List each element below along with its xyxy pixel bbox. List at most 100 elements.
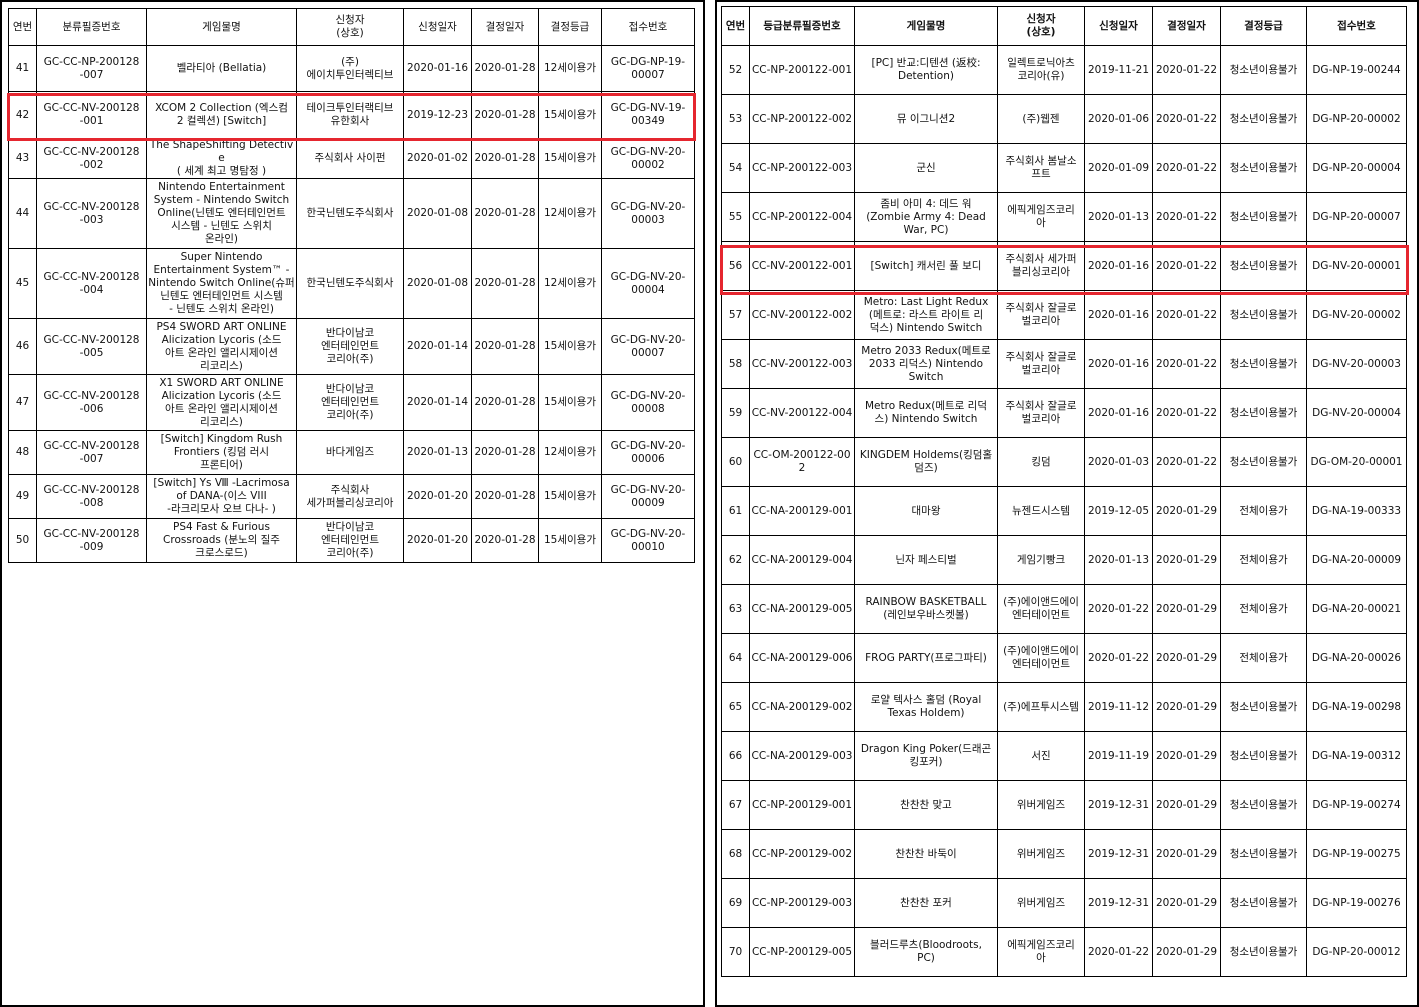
table-cell: 주식회사 잘글로 벌코리아 [997,339,1085,389]
left-rating-table: 연번 분류필증번호 게임물명 신청자 (상호) 신청일자 결정일자 결정등급 접… [8,8,695,563]
table-cell: GC-DG-NV-20- 00007 [601,318,695,375]
table-cell: 청소년이용불가 [1220,780,1307,830]
table-cell: 전체이용가 [1220,486,1307,536]
table-cell: 에픽게임즈코리 아 [997,192,1085,242]
table-row: 62 CC-NA-200129-004 닌자 페스티벌 게임기빵크 2020-01-13… [721,535,1407,585]
table-cell: GC-DG-NV-20- 00006 [601,430,695,475]
table-cell: DG-OM-20-00001 [1306,437,1407,487]
table-row: 59 CC-NV-200122-004 Metro Redux(메트로 리덕 스) … [721,388,1407,438]
table-cell: 52 [721,45,750,95]
table-cell: 2019-12-31 [1084,878,1153,928]
table-cell: 12세이용가 [538,45,602,92]
header-cell: 등급분류필증번호 [749,6,855,46]
table-cell: GC-DG-NV-20- 00002 [601,138,695,179]
table-cell: 2020-01-22 [1084,633,1153,683]
table-cell: 15세이용가 [538,518,602,563]
table-cell: 45 [8,248,37,319]
table-cell: 55 [721,192,750,242]
table-cell: 주식회사 세가퍼블리싱코리아 [296,474,404,519]
table-cell: 게임기빵크 [997,535,1085,585]
table-cell: CC-NA-200129-003 [749,731,855,781]
table-cell: (주)에프투시스템 [997,682,1085,732]
table-cell: 53 [721,94,750,144]
table-cell: 49 [8,474,37,519]
table-cell: 2020-01-29 [1152,927,1221,977]
table-row: 52 CC-NP-200122-001 [PC] 반교:디텐션 (返校: Deten… [721,45,1407,95]
table-row: 61 CC-NA-200129-001 대마왕 뉴젠드시스템 2019-12-05 202… [721,486,1407,536]
table-row: 54 CC-NP-200122-003 군신 주식회사 봄날소 프트 2020-01-0… [721,143,1407,193]
table-cell: 67 [721,780,750,830]
table-cell: 2020-01-29 [1152,682,1221,732]
table-cell: CC-NP-200129-003 [749,878,855,928]
table-cell: 12세이용가 [538,248,602,319]
table-cell: 위버게임즈 [997,780,1085,830]
table-cell: 찬찬찬 맞고 [854,780,998,830]
right-table-body: 52 CC-NP-200122-001 [PC] 반교:디텐션 (返校: Deten… [721,45,1407,977]
table-cell: 46 [8,318,37,375]
table-cell: 청소년이용불가 [1220,143,1307,193]
table-row: 53 CC-NP-200122-002 뮤 이그니션2 (주)웹젠 2020-01-06… [721,94,1407,144]
table-cell: PS4 SWORD ART ONLINE Alicization Lycoris… [146,318,297,375]
table-cell: 12세이용가 [538,178,602,249]
table-cell: 블러드루츠(Bloodroots, PC) [854,927,998,977]
table-cell: 2020-01-13 [1084,192,1153,242]
table-cell: CC-NP-200129-002 [749,829,855,879]
table-cell: 바다게임즈 [296,430,404,475]
table-cell: 한국닌텐도주식회사 [296,178,404,249]
table-cell: 군신 [854,143,998,193]
table-cell: 50 [8,518,37,563]
header-cell: 연번 [721,6,750,46]
table-cell: 2020-01-13 [1084,535,1153,585]
table-row: 57 CC-NV-200122-002 Metro: Last Light Redu… [721,290,1407,340]
table-row: 42 GC-CC-NV-200128 -001 XCOM 2 Collection … [8,91,695,139]
table-cell: 2020-01-28 [471,45,539,92]
table-cell: CC-NA-200129-001 [749,486,855,536]
table-cell: 위버게임즈 [997,878,1085,928]
table-cell: CC-NP-200122-003 [749,143,855,193]
header-cell: 결정등급 [1220,6,1307,46]
table-cell: 2020-01-29 [1152,878,1221,928]
table-cell: 주식회사 잘글로 벌코리아 [997,388,1085,438]
table-cell: GC-CC-NV-200128 -005 [36,318,147,375]
table-cell: 69 [721,878,750,928]
table-cell: 2019-12-31 [1084,780,1153,830]
table-cell: 2019-11-19 [1084,731,1153,781]
table-cell: 64 [721,633,750,683]
table-cell: 2020-01-22 [1152,45,1221,95]
table-cell: GC-CC-NV-200128 -002 [36,138,147,179]
table-cell: 2020-01-28 [471,518,539,563]
table-cell: DG-NV-20-00003 [1306,339,1407,389]
table-row: 67 CC-NP-200129-001 찬찬찬 맞고 위버게임즈 2019-12-31 2… [721,780,1407,830]
table-cell: 2020-01-22 [1152,290,1221,340]
table-row: 65 CC-NA-200129-002 로얄 텍사스 홀덤 (Royal Texas… [721,682,1407,732]
table-cell: CC-NA-200129-006 [749,633,855,683]
table-cell: 2020-01-29 [1152,780,1221,830]
table-cell: 2020-01-22 [1152,241,1221,291]
table-cell: 2020-01-29 [1152,633,1221,683]
table-cell: 2020-01-14 [403,374,472,431]
table-cell: 2020-01-16 [1084,339,1153,389]
table-cell: DG-NA-20-00026 [1306,633,1407,683]
header-cell: 게임물명 [146,8,297,46]
table-cell: 뉴젠드시스템 [997,486,1085,536]
table-cell: [PC] 반교:디텐션 (返校: Detention) [854,45,998,95]
table-cell: 주식회사 사이펀 [296,138,404,179]
table-cell: DG-NA-19-00298 [1306,682,1407,732]
table-cell: X1 SWORD ART ONLINE Alicization Lycoris … [146,374,297,431]
table-row: 58 CC-NV-200122-003 Metro 2033 Redux(메트로 2… [721,339,1407,389]
table-cell: 청소년이용불가 [1220,388,1307,438]
table-cell: The ShapeShifting Detective ( 세계 최고 명탐정 … [146,138,297,179]
table-cell: 2019-12-31 [1084,829,1153,879]
table-cell: DG-NP-19-00275 [1306,829,1407,879]
table-cell: KINGDEM Holdems(킹덤홀 덤즈) [854,437,998,487]
table-cell: 주식회사 잘글로 벌코리아 [997,290,1085,340]
header-cell: 신청자 (상호) [997,6,1085,46]
right-rating-table: 연번 등급분류필증번호 게임물명 신청자 (상호) 신청일자 결정일자 결정등급… [721,6,1407,977]
table-cell: 41 [8,45,37,92]
table-cell: 전체이용가 [1220,584,1307,634]
table-cell: (주)에이앤드에이 엔터테이먼트 [997,633,1085,683]
table-cell: 2020-01-28 [471,374,539,431]
table-cell: 2020-01-06 [1084,94,1153,144]
header-cell: 접수번호 [1306,6,1407,46]
table-cell: GC-DG-NV-20- 00008 [601,374,695,431]
